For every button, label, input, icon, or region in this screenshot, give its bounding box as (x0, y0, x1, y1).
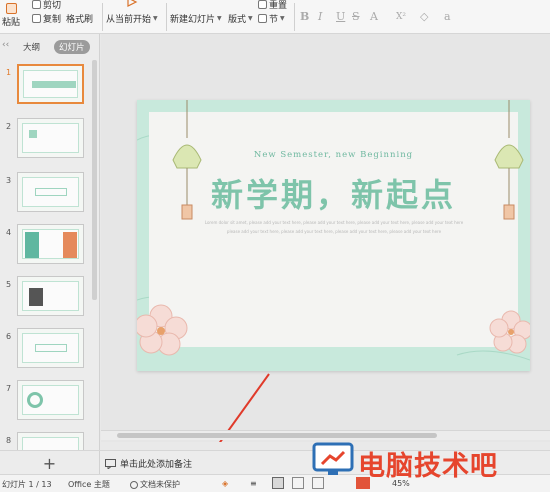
thumbnail-block (63, 232, 77, 258)
add-slide-button[interactable]: + (0, 451, 100, 475)
paste-icon (5, 3, 17, 14)
notes-toggle-icon[interactable]: ≡ (250, 479, 257, 488)
paste-button[interactable]: 粘贴 (2, 3, 20, 28)
play-from-current-button[interactable]: 从当前开始 ▼ (106, 12, 158, 25)
slide-sorter-icon[interactable] (292, 477, 304, 489)
notes-input[interactable]: 单击此处添加备注 (105, 457, 192, 470)
horizontal-scrollbar[interactable] (101, 430, 550, 440)
panel-tabs: ‹‹ 大纲 幻灯片 (0, 34, 100, 58)
thumbnail-title-bar (32, 81, 76, 88)
thumbnail-frame (22, 229, 79, 259)
slide-thumbnail-panel: ‹‹ 大纲 幻灯片 1 2 3 4 5 6 7 8 (0, 34, 100, 450)
slide-thumbnail-5[interactable]: 5 (0, 276, 92, 322)
thumbnail-frame (22, 177, 79, 207)
protection-icon (130, 480, 138, 489)
collapse-panel-icon[interactable]: ‹‹ (2, 40, 9, 50)
slide-number: 7 (6, 384, 12, 393)
watermark-logo: 电脑技术吧 (310, 440, 550, 488)
reset-icon (258, 0, 267, 9)
thumbnail-block (29, 130, 37, 138)
smart-icon[interactable]: ◈ (222, 479, 228, 488)
chevron-down-icon: ▼ (217, 15, 222, 22)
thumbnail-block (35, 344, 67, 352)
clear-format-icon[interactable]: ◇ (420, 10, 428, 23)
slide-number: 4 (6, 228, 12, 237)
underline-button[interactable]: U (336, 10, 345, 23)
slide-thumbnail-image (17, 64, 84, 104)
slide-number: 6 (6, 332, 12, 341)
bold-button[interactable]: B (300, 10, 309, 23)
chevron-down-icon: ▼ (280, 15, 285, 22)
document-protection[interactable]: 文档未保护 (130, 479, 180, 490)
thumbnail-block (35, 188, 67, 196)
thumbnail-block (25, 232, 39, 258)
slide-thumbnail-6[interactable]: 6 (0, 328, 92, 374)
slide-number: 2 (6, 122, 12, 131)
slide-number: 5 (6, 280, 12, 289)
font-color-button[interactable]: A (370, 10, 378, 23)
chevron-down-icon: ▼ (153, 15, 158, 22)
format-painter-button[interactable]: 格式刷 (66, 12, 93, 25)
slide-thumbnail-4[interactable]: 4 (0, 224, 92, 270)
slide-thumbnail-7[interactable]: 7 (0, 380, 92, 426)
scrollbar-thumb[interactable] (117, 433, 437, 438)
slide-thumbnail-image (17, 432, 84, 450)
section-icon (258, 14, 267, 23)
section-button[interactable]: 节 ▼ (258, 12, 285, 25)
slide-thumbnail-image (17, 276, 84, 316)
superscript-icon[interactable]: X² (396, 12, 406, 22)
slide-editor: New Semester, new Beginning 新学期，新起点 Lore… (101, 34, 550, 442)
italic-button[interactable]: I (318, 10, 322, 23)
ribbon-divider (166, 3, 167, 31)
thumbnail-frame (22, 333, 79, 363)
reset-button[interactable]: 重置 (258, 0, 287, 11)
annotation-arrow (218, 373, 270, 442)
layout-button[interactable]: 版式 ▼ (228, 12, 253, 25)
strikethrough-button[interactable]: S (352, 10, 360, 23)
slide-thumbnail-2[interactable]: 2 (0, 118, 92, 164)
slide-thumbnail-3[interactable]: 3 (0, 172, 92, 218)
slide-thumbnail-image (17, 172, 84, 212)
slide-thumbnail-1[interactable]: 1 (0, 64, 92, 110)
new-slide-button[interactable]: 新建幻灯片 ▼ (170, 12, 222, 25)
slide-thumbnail-8[interactable]: 8 (0, 432, 92, 450)
slide-number: 3 (6, 176, 12, 185)
slide-thumbnail-image (17, 118, 84, 158)
normal-view-icon[interactable] (272, 477, 284, 489)
slide-thumbnail-image (17, 224, 84, 264)
notes-placeholder: 单击此处添加备注 (120, 460, 193, 470)
tab-slides[interactable]: 幻灯片 (54, 40, 90, 54)
slide-thumbnail-image (17, 380, 84, 420)
copy-icon (32, 14, 41, 23)
thumbnail-frame (22, 123, 79, 153)
tab-outline[interactable]: 大纲 (18, 40, 45, 54)
theme-name[interactable]: Office 主题 (68, 479, 110, 490)
thumbnail-frame (22, 385, 79, 415)
cut-button[interactable]: 剪切 (32, 0, 61, 11)
thumbnail-frame (23, 70, 78, 98)
slide-number: 1 (6, 68, 12, 77)
play-icon (126, 0, 138, 8)
plus-icon: + (42, 453, 57, 473)
ribbon-toolbar: 粘贴 剪切 复制 格式刷 从当前开始 ▼ 新建幻灯片 ▼ 版式 ▼ 重置 节 ▼… (0, 0, 550, 34)
ribbon-divider (294, 3, 295, 31)
chevron-down-icon: ▼ (248, 15, 253, 22)
slide-thumbnail-image (17, 328, 84, 368)
copy-button[interactable]: 复制 (32, 12, 61, 25)
slide-counter: 幻灯片 1 / 13 (2, 480, 52, 489)
char-spacing-icon[interactable]: a (444, 10, 451, 23)
thumbnail-donut (27, 392, 43, 408)
thumbnail-frame (22, 281, 79, 311)
ribbon-divider (102, 3, 103, 31)
monitor-icon (312, 442, 354, 475)
thumbnail-frame (22, 437, 79, 450)
watermark-text: 电脑技术吧 (358, 451, 498, 482)
slide-number: 8 (6, 436, 12, 445)
note-icon (105, 458, 116, 469)
thumbnail-photo (29, 288, 43, 306)
scissors-icon (32, 0, 41, 9)
thumbnail-scrollbar[interactable] (92, 60, 97, 300)
